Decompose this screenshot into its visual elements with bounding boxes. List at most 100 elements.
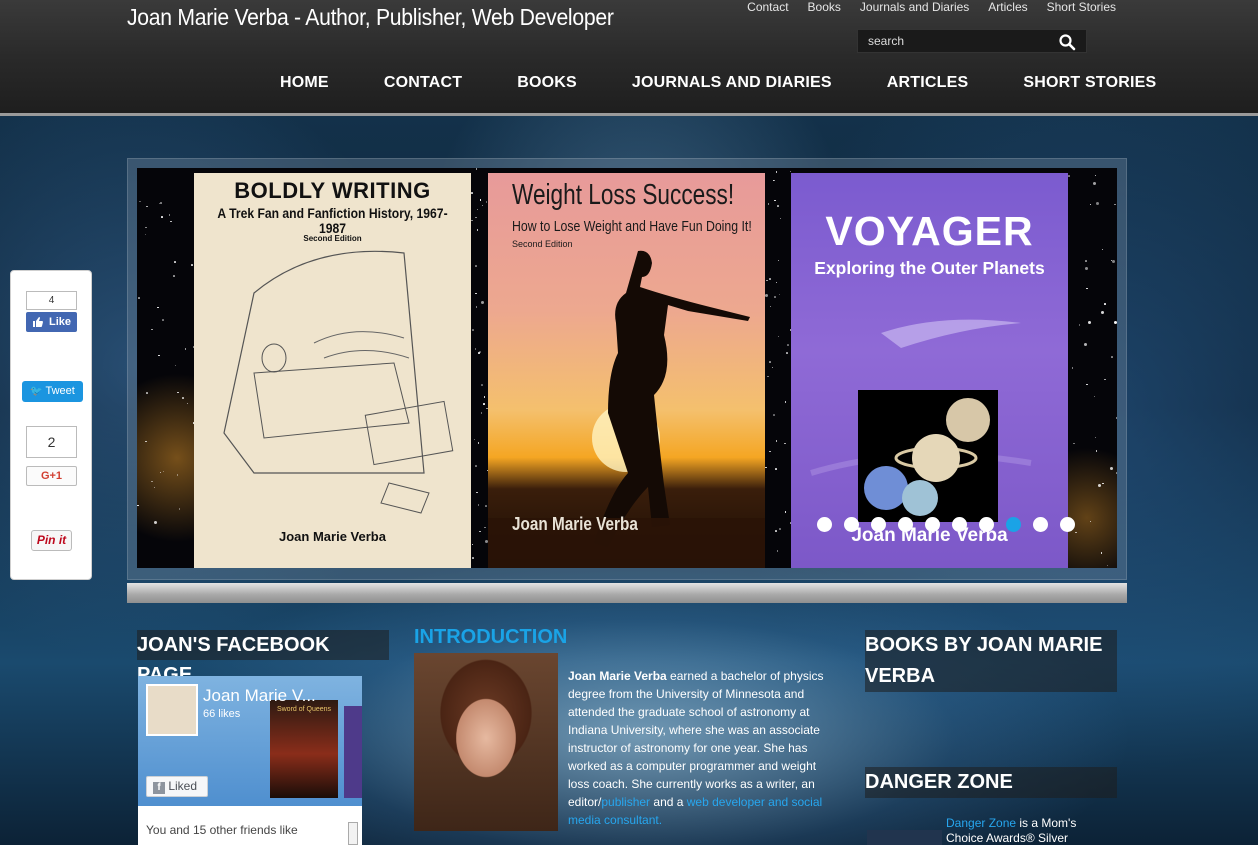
facebook-scrollbar[interactable] (348, 822, 358, 845)
topnav-contact[interactable]: Contact (747, 0, 788, 14)
facebook-like-button[interactable]: Like (26, 312, 77, 332)
nav-articles[interactable]: ARTICLES (887, 74, 969, 92)
slider-dot[interactable] (1060, 517, 1075, 532)
publisher-link[interactable]: publisher (601, 795, 650, 809)
star (162, 319, 164, 321)
star (765, 294, 769, 298)
star (1068, 175, 1070, 177)
star (773, 179, 775, 182)
slider-divider-bar (127, 583, 1127, 603)
star (174, 364, 177, 367)
topnav-short-stories[interactable]: Short Stories (1047, 0, 1116, 14)
star (775, 171, 778, 173)
star (1101, 248, 1104, 251)
intro-body-1: earned a bachelor of physics degree from… (568, 669, 824, 809)
star (160, 202, 162, 204)
cover-voyager[interactable]: VOYAGER Exploring the Outer Planets Joan… (791, 173, 1068, 568)
slider-dot[interactable] (952, 517, 967, 532)
nav-contact[interactable]: CONTACT (384, 74, 462, 92)
cover-subtitle: Exploring the Outer Planets (814, 258, 1045, 278)
star (779, 528, 781, 530)
danger-zone-link[interactable]: Danger Zone (946, 816, 1016, 830)
star (471, 543, 474, 546)
cover-author: Joan Marie Verba (279, 529, 386, 544)
star (162, 470, 165, 473)
slider-dot[interactable] (871, 517, 886, 532)
star (177, 391, 179, 394)
star (1085, 260, 1087, 262)
search-icon[interactable] (1058, 33, 1076, 51)
site-header: Joan Marie Verba - Author, Publisher, We… (0, 0, 1258, 116)
cover-subtitle: A Trek Fan and Fanfiction History, 1967-… (217, 206, 448, 236)
slider-dot[interactable] (844, 517, 859, 532)
nav-short-stories[interactable]: SHORT STORIES (1023, 74, 1156, 92)
star (777, 259, 780, 262)
star (151, 480, 153, 483)
facebook-book-cover-2 (344, 706, 362, 798)
cover-boldly-writing[interactable]: BOLDLY WRITING A Trek Fan and Fanfiction… (194, 173, 471, 568)
facebook-avatar[interactable] (146, 684, 198, 736)
danger-zone-badge-image[interactable] (867, 830, 942, 845)
site-title[interactable]: Joan Marie Verba - Author, Publisher, We… (127, 4, 614, 31)
pin-it-button[interactable]: Pin it (31, 530, 72, 551)
books-section-title: BOOKS BY JOAN MARIE VERBA (865, 630, 1117, 692)
star (168, 214, 171, 216)
cover-author: Joan Marie Verba (512, 514, 638, 534)
nav-books[interactable]: BOOKS (517, 74, 577, 92)
topnav-journals[interactable]: Journals and Diaries (860, 0, 969, 14)
star (161, 216, 163, 218)
star (479, 530, 481, 533)
star (480, 412, 483, 414)
star (1115, 417, 1117, 419)
author-photo (414, 653, 558, 831)
star (775, 440, 778, 442)
star (1106, 564, 1109, 566)
star (475, 265, 477, 267)
star (777, 205, 779, 207)
star (154, 521, 158, 525)
topnav-books[interactable]: Books (808, 0, 841, 14)
star (1071, 367, 1074, 369)
star (1114, 203, 1116, 206)
share-panel: 4 Like 🐦 Tweet 2 G+1 Pin it (10, 270, 92, 580)
facebook-like-label: Like (48, 316, 71, 328)
planets-image (858, 390, 998, 522)
introduction-text: Joan Marie Verba earned a bachelor of ph… (568, 667, 836, 829)
tweet-button[interactable]: 🐦 Tweet (22, 381, 83, 402)
star (476, 229, 479, 231)
star (774, 296, 776, 298)
facebook-liked-button[interactable]: f Liked (146, 776, 208, 797)
slider-dot[interactable] (979, 517, 994, 532)
slider-dot[interactable] (898, 517, 913, 532)
star (1111, 259, 1115, 263)
star (1093, 395, 1096, 398)
slider-dot[interactable] (1006, 517, 1021, 532)
star (158, 354, 160, 357)
star (1110, 466, 1114, 470)
facebook-page-widget[interactable]: Sword of Queens Joan Marie V... 66 likes… (138, 676, 362, 845)
book-slider[interactable]: BOLDLY WRITING A Trek Fan and Fanfiction… (137, 168, 1117, 568)
slider-dot[interactable] (1033, 517, 1048, 532)
star (471, 219, 473, 222)
nav-journals-and-diaries[interactable]: JOURNALS AND DIARIES (632, 74, 832, 92)
star (139, 200, 141, 203)
cover-weight-loss-success[interactable]: Weight Loss Success! How to Lose Weight … (488, 173, 765, 568)
slider-dot[interactable] (925, 517, 940, 532)
slider-dot[interactable] (817, 517, 832, 532)
star (769, 361, 771, 363)
facebook-page-name[interactable]: Joan Marie V... (203, 686, 316, 706)
facebook-like-count: 4 (26, 291, 77, 310)
star (1084, 267, 1088, 271)
thumbs-up-icon (33, 317, 43, 327)
google-plus-button[interactable]: G+1 (26, 466, 77, 486)
star (151, 328, 153, 331)
star (481, 301, 485, 305)
star (472, 329, 474, 331)
search-input[interactable] (858, 30, 1058, 52)
cover-title: BOLDLY WRITING (234, 178, 431, 203)
star (178, 508, 181, 510)
topnav-articles[interactable]: Articles (988, 0, 1027, 14)
star (1088, 321, 1092, 325)
danger-zone-text: Danger Zone is a Mom's Choice Awards® Si… (946, 816, 1116, 845)
nav-home[interactable]: HOME (280, 74, 329, 92)
